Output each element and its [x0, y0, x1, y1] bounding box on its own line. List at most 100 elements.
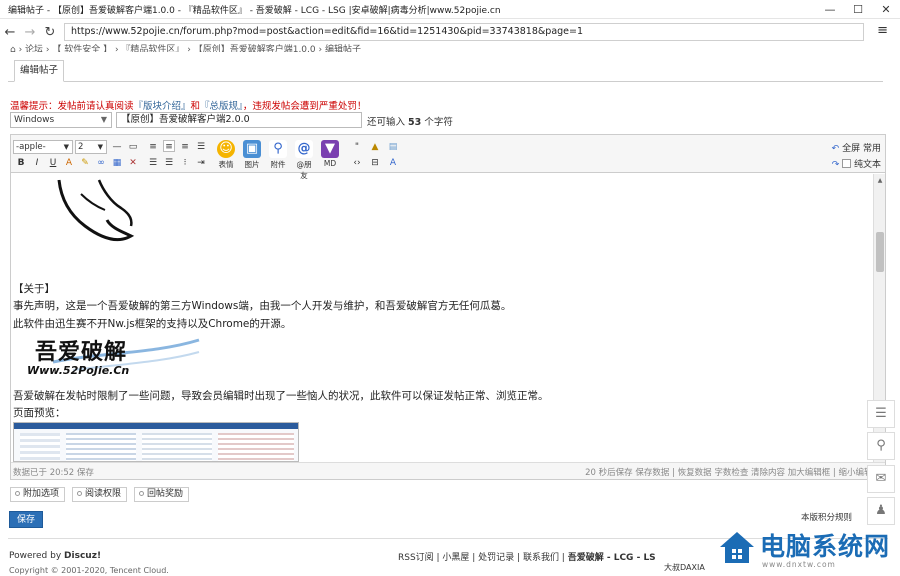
attachment-button[interactable]: ⚲ 附件	[267, 140, 289, 170]
footer-link-list[interactable]: RSS订阅 | 小黑屋 | 处罚记录 | 联系我们 |	[398, 553, 565, 563]
common-button[interactable]: 常用	[863, 144, 881, 154]
italic-icon[interactable]: I	[31, 157, 43, 169]
logo-url: Www.52PoJie.Cn	[27, 364, 130, 377]
remaining-chars: 还可输入 53 个字符	[367, 114, 453, 128]
signature-drawing	[57, 179, 135, 242]
list-icon[interactable]: ☰	[867, 400, 895, 428]
option-dot-icon	[15, 491, 20, 496]
close-button[interactable]: ✕	[872, 3, 900, 16]
content-line-3: 吾爱破解在发帖时限制了一些问题，导致会员编辑时出现了一些恼人的状况，此软件可以保…	[13, 390, 549, 402]
read-permission-label: 阅读权限	[85, 489, 122, 499]
align-right-icon[interactable]: ≡	[179, 141, 191, 153]
format-icon[interactable]: A	[387, 157, 399, 169]
watermark-url: www.dnxtw.com	[762, 560, 836, 569]
at-icon: @	[295, 140, 313, 158]
remaining-suffix: 个字符	[424, 117, 453, 128]
warning-text: 温馨提示：发帖前请认真阅读『版块介绍』和『总版规』，违规发帖会遭到严重处罚！	[10, 98, 366, 112]
forward-icon[interactable]: →	[20, 25, 40, 40]
quote-icon[interactable]: "	[351, 141, 363, 153]
eraser-icon[interactable]: ✕	[127, 157, 139, 169]
board-rules-link[interactable]: 『总版规』	[200, 101, 243, 112]
extra-options-button[interactable]: 附加选项	[10, 487, 66, 502]
scroll-up-icon[interactable]: ▲	[874, 177, 886, 184]
markdown-label: MD	[323, 159, 337, 168]
post-editor: -apple- ▼ 2 ▼ — ▭ ≡ ≡ ≡ ☰ B I U A ✎ ∞ ▦ ✕ …	[10, 134, 886, 480]
powered-brand[interactable]: Discuz!	[64, 551, 101, 561]
save-button[interactable]: 保存	[9, 511, 43, 528]
read-permission-button[interactable]: 阅读权限	[72, 487, 128, 502]
editor-content[interactable]: 【关于】 事先声明，这是一个吾爱破解的第三方Windows端，由我一个人开发与维…	[11, 174, 875, 462]
font-size-select[interactable]: 2 ▼	[75, 140, 107, 154]
font-family-select[interactable]: -apple- ▼	[13, 140, 73, 154]
markdown-icon: ▼	[321, 140, 339, 158]
house-logo-icon	[720, 532, 754, 563]
font-family-value: -apple-	[16, 142, 46, 152]
search-icon[interactable]: ⚲	[867, 432, 895, 460]
footer-brand[interactable]: 吾爱破解 - LCG - LS	[568, 553, 656, 563]
undo-icon[interactable]: ↶	[832, 144, 840, 154]
minimize-button[interactable]: —	[816, 3, 844, 16]
free-icon[interactable]: ⊟	[369, 157, 381, 169]
paste-icon[interactable]: ▤	[387, 141, 399, 153]
option-dot-icon	[77, 491, 82, 496]
window-titlebar: 编辑帖子 - 【原创】吾爱破解客户端1.0.0 - 『精品软件区』 - 吾爱破解…	[0, 0, 900, 19]
attachment-label: 附件	[270, 160, 286, 169]
indent-icon[interactable]: ⇥	[195, 157, 207, 169]
site-logo: 吾爱破解 Www.52PoJie.Cn	[13, 332, 203, 382]
lock-icon[interactable]: ▲	[369, 141, 381, 153]
post-type-value: Windows	[14, 115, 55, 125]
unordered-list-icon[interactable]: ⁝	[179, 157, 191, 169]
float-right-icon[interactable]: ☰	[163, 157, 175, 169]
editor-status-actions[interactable]: 20 秒后保存 保存数据 | 恢复数据 字数检查 清除内容 加大编辑框 | 缩小…	[585, 466, 881, 478]
remaining-count: 53	[408, 117, 422, 128]
board-intro-link[interactable]: 『版块介绍』	[134, 101, 191, 112]
hide-icon[interactable]: ▭	[127, 141, 139, 153]
float-left-icon[interactable]: ☰	[147, 157, 159, 169]
footer-links: RSS订阅 | 小黑屋 | 处罚记录 | 联系我们 | 吾爱破解 - LCG -…	[398, 550, 656, 563]
subject-input[interactable]: 【原创】吾爱破解客户端2.0.0	[116, 112, 362, 128]
image-button[interactable]: ▣ 图片	[241, 140, 263, 170]
font-size-value: 2	[78, 142, 84, 152]
powered-by: Powered by Discuz!	[9, 551, 101, 561]
breadcrumb[interactable]: ⌂ › 论坛 › 【 软件安全 】 › 『精品软件区』 › 【原创】吾爱破解客户…	[10, 42, 361, 52]
code-icon[interactable]: ‹›	[351, 157, 363, 169]
fullscreen-button[interactable]: 全屏	[842, 144, 860, 154]
reply-reward-label: 回帖奖励	[147, 489, 184, 499]
editor-toolbar: -apple- ▼ 2 ▼ — ▭ ≡ ≡ ≡ ☰ B I U A ✎ ∞ ▦ ✕ …	[11, 135, 885, 180]
warning-prefix: 温馨提示：发帖前请认真阅读	[10, 101, 134, 112]
back-icon[interactable]: ←	[0, 25, 20, 40]
tab-edit-post[interactable]: 编辑帖子	[14, 60, 64, 82]
chevron-down-icon: ▼	[100, 115, 107, 124]
markdown-button[interactable]: ▼ MD	[319, 140, 341, 168]
reload-icon[interactable]: ↻	[40, 25, 60, 40]
url-input[interactable]: https://www.52pojie.cn/forum.php?mod=pos…	[64, 23, 864, 41]
content-heading: 【关于】	[13, 283, 55, 295]
editor-statusbar: 数据已于 20:52 保存 20 秒后保存 保存数据 | 恢复数据 字数检查 清…	[11, 462, 885, 479]
remaining-prefix: 还可输入	[367, 117, 406, 128]
menu-icon[interactable]: ≡	[877, 23, 888, 38]
underline-icon[interactable]: U	[47, 157, 59, 169]
ordered-list-icon[interactable]: ☰	[195, 141, 207, 153]
watermark: 电脑系统网 www.dnxtw.com	[710, 527, 900, 575]
redo-icon[interactable]: ↷	[832, 160, 840, 170]
plaintext-checkbox[interactable]	[842, 159, 852, 168]
horizontal-rule-icon[interactable]: —	[111, 141, 123, 153]
warning-suffix: ，违规发帖会遭到严重处罚！	[242, 101, 367, 112]
link-icon[interactable]: ∞	[95, 157, 107, 169]
font-color-icon[interactable]: A	[63, 157, 75, 169]
post-type-select[interactable]: Windows ▼	[10, 112, 112, 128]
maximize-button[interactable]: ☐	[844, 3, 872, 16]
user-icon[interactable]: ♟	[867, 497, 895, 525]
align-left-icon[interactable]: ≡	[147, 141, 159, 153]
table-icon[interactable]: ▦	[111, 157, 123, 169]
scroll-thumb[interactable]	[876, 232, 884, 272]
image-icon: ▣	[243, 140, 261, 158]
bold-icon[interactable]: B	[15, 157, 27, 169]
align-center-icon[interactable]: ≡	[163, 140, 175, 152]
chat-icon[interactable]: ✉	[867, 465, 895, 493]
reply-reward-button[interactable]: 回帖奖励	[134, 487, 190, 502]
logo-text: 吾爱破解	[35, 339, 128, 365]
emoji-button[interactable]: ☺ 表情	[215, 140, 237, 170]
highlight-icon[interactable]: ✎	[79, 157, 91, 169]
rules-link[interactable]: 本版积分规则	[801, 511, 852, 523]
